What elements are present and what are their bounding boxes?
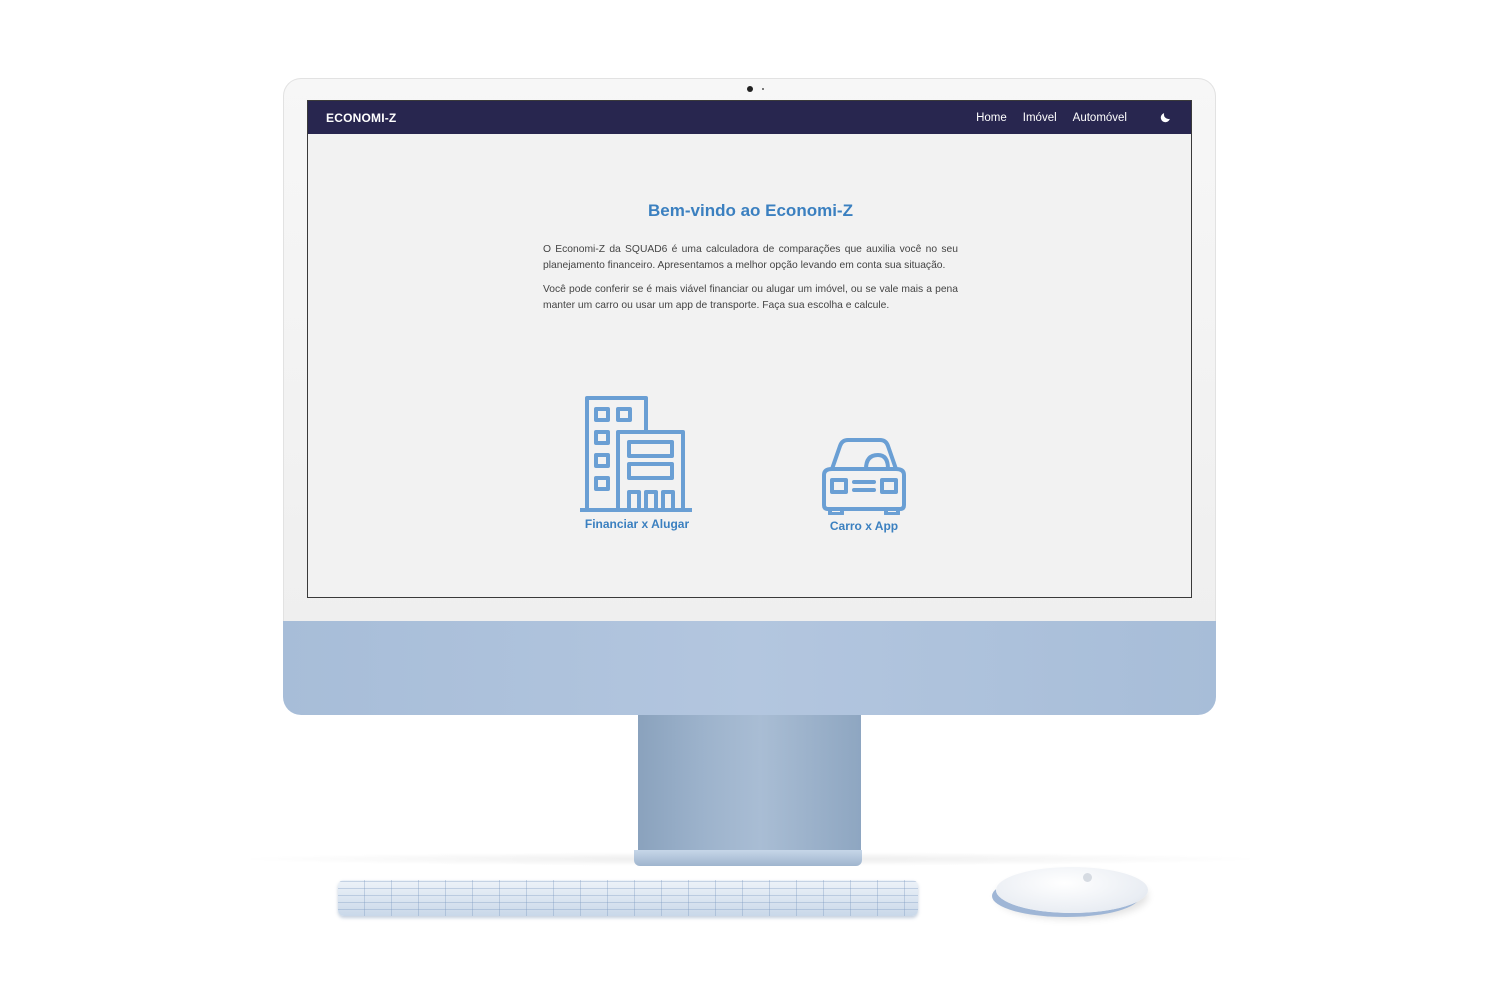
camera-sensor xyxy=(762,88,764,90)
mouse xyxy=(996,867,1148,913)
page-title: Bem-vindo ao Economi-Z xyxy=(648,201,853,220)
imac-stand xyxy=(638,715,861,853)
nav-link-home[interactable]: Home xyxy=(976,112,1007,124)
keyboard xyxy=(338,880,918,916)
browser-screen: ECONOMI-Z Home Imóvel Automóvel Bem-vind… xyxy=(307,100,1192,598)
card-label-financiar-alugar: Financiar x Alugar xyxy=(584,517,690,531)
camera-icon xyxy=(747,86,753,92)
welcome-section: Bem-vindo ao Economi-Z O Economi-Z da SQ… xyxy=(543,201,958,322)
apple-logo-icon xyxy=(1083,873,1092,882)
card-financiar-alugar[interactable]: Financiar x Alugar xyxy=(578,395,696,531)
nav-links: Home Imóvel Automóvel xyxy=(960,110,1173,126)
description-paragraph: Você pode conferir se é mais viável fina… xyxy=(543,284,958,311)
card-label-carro-app: Carro x App xyxy=(829,519,899,533)
theme-toggle-button[interactable] xyxy=(1157,110,1173,126)
intro-paragraph: O Economi-Z da SQUAD6 é uma calculadora … xyxy=(543,244,958,271)
navbar: ECONOMI-Z Home Imóvel Automóvel xyxy=(308,101,1191,134)
imac-stand-foot xyxy=(634,850,862,866)
nav-link-automovel[interactable]: Automóvel xyxy=(1073,112,1127,124)
car-icon xyxy=(822,438,906,515)
building-icon xyxy=(580,396,692,512)
card-carro-app[interactable]: Carro x App xyxy=(816,437,912,533)
imac-chin xyxy=(283,621,1216,715)
moon-icon xyxy=(1160,113,1170,123)
brand-logo[interactable]: ECONOMI-Z xyxy=(326,111,396,125)
nav-link-imovel[interactable]: Imóvel xyxy=(1023,112,1057,124)
